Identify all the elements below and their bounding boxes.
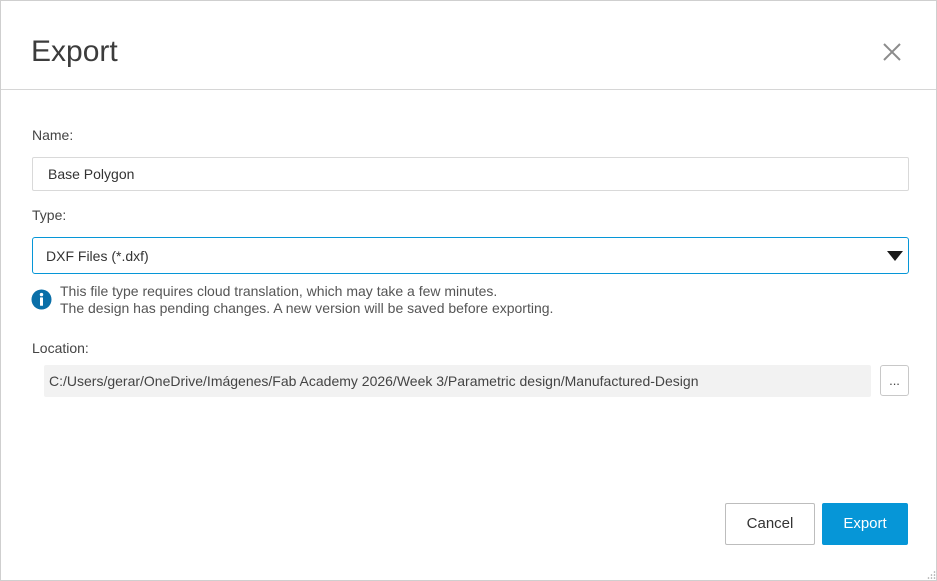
name-label: Name:	[32, 127, 74, 143]
info-message-line-1: This file type requires cloud translatio…	[60, 283, 498, 299]
resize-grip-icon[interactable]	[927, 570, 936, 579]
export-button[interactable]: Export	[822, 503, 908, 545]
location-field: C:/Users/gerar/OneDrive/Imágenes/Fab Aca…	[44, 365, 871, 397]
cancel-button[interactable]: Cancel	[725, 503, 815, 545]
export-dialog: Export Name: Type: DXF Files (*.dxf) Thi…	[0, 0, 937, 581]
type-dropdown[interactable]: DXF Files (*.dxf)	[32, 237, 909, 274]
caret-down-icon	[887, 251, 903, 261]
browse-location-button[interactable]: ...	[880, 365, 909, 396]
name-input[interactable]	[32, 157, 909, 191]
info-icon	[31, 289, 52, 310]
close-icon	[883, 43, 901, 61]
dialog-header: Export	[1, 1, 936, 90]
close-button[interactable]	[879, 39, 905, 65]
info-message-line-2: The design has pending changes. A new ve…	[60, 300, 554, 316]
type-selected-value: DXF Files (*.dxf)	[46, 248, 149, 264]
dialog-title: Export	[31, 35, 118, 68]
location-path: C:/Users/gerar/OneDrive/Imágenes/Fab Aca…	[49, 373, 699, 389]
location-label: Location:	[32, 340, 89, 356]
type-label: Type:	[32, 207, 67, 223]
